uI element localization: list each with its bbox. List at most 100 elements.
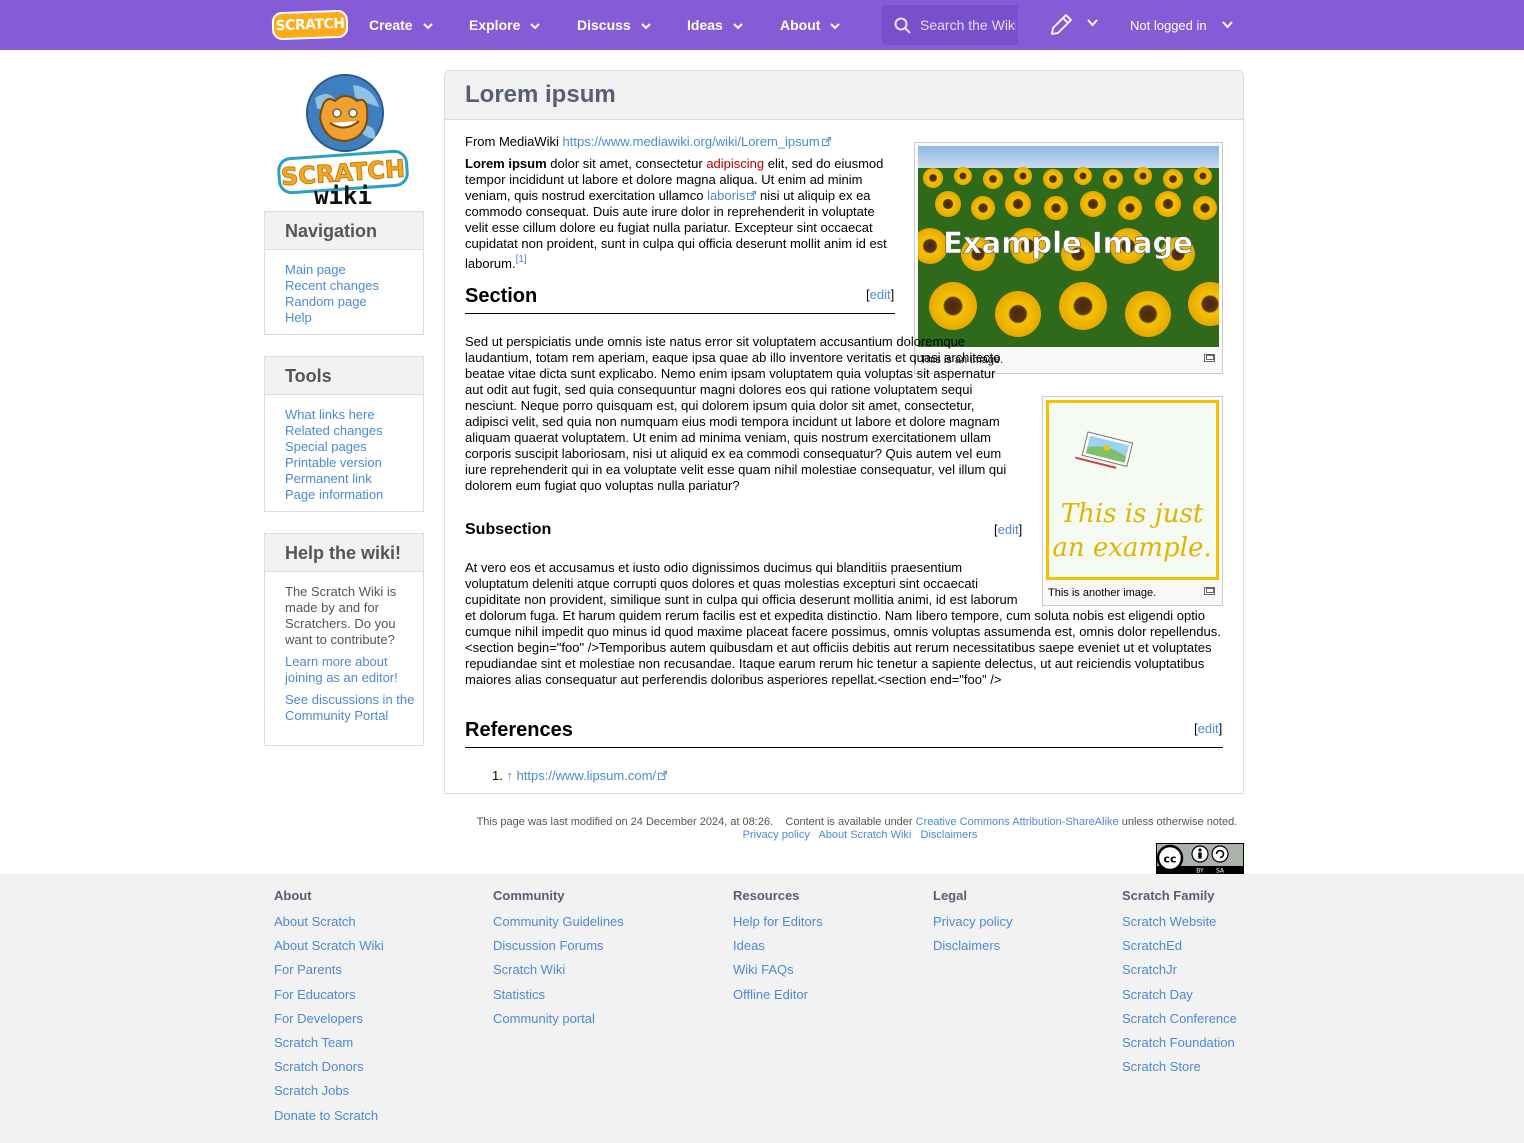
- footer-link[interactable]: About Scratch Wiki: [274, 938, 384, 954]
- footer-link[interactable]: Wiki FAQs: [733, 962, 823, 978]
- join-editor-link[interactable]: Learn more about joining as an editor!: [265, 648, 423, 686]
- footer-link[interactable]: Discussion Forums: [493, 938, 624, 954]
- reference-item-1: 1. ↑ https://www.lipsum.com/: [492, 768, 668, 784]
- footer-column-about: About About Scratch About Scratch Wiki F…: [274, 888, 384, 1132]
- sidebar-item-special-pages[interactable]: Special pages: [285, 439, 367, 454]
- license-link[interactable]: Creative Commons Attribution-ShareAlike: [916, 816, 1119, 828]
- chevron-down-icon[interactable]: [1087, 19, 1098, 27]
- external-link-icon: [821, 137, 831, 146]
- subsection-edit: [edit]: [994, 522, 1023, 537]
- sidebar-item-recent-changes[interactable]: Recent changes: [285, 278, 379, 293]
- section-text-wrap: Sed ut perspiciatis unde omnis iste natu…: [465, 334, 1025, 494]
- sidebar-item-main-page[interactable]: Main page: [285, 262, 346, 277]
- footer-link[interactable]: Help for Editors: [733, 914, 823, 930]
- footer-link[interactable]: Scratch Wiki: [493, 962, 624, 978]
- section-edit-link[interactable]: edit: [870, 287, 891, 302]
- footer-heading-community: Community: [493, 888, 565, 903]
- footer-link[interactable]: Scratch Conference: [1122, 1011, 1237, 1027]
- image-2-text-line1: This is just: [1061, 499, 1204, 529]
- from-line: From MediaWiki https://www.mediawiki.org…: [465, 134, 895, 150]
- sidebar-item-page-information[interactable]: Page information: [285, 487, 383, 502]
- sidebar-item-permanent-link[interactable]: Permanent link: [285, 471, 372, 486]
- external-link-icon: [658, 771, 668, 780]
- chevron-down-icon[interactable]: [1222, 21, 1233, 29]
- navigation-heading: Navigation: [265, 212, 423, 250]
- sidebar-item-random-page[interactable]: Random page: [285, 294, 367, 309]
- disclaimers-link[interactable]: Disclaimers: [921, 829, 978, 841]
- help-wiki-text: The Scratch Wiki is made by and for Scra…: [285, 584, 397, 647]
- footer-link[interactable]: Ideas: [733, 938, 823, 954]
- footer-link[interactable]: Scratch Day: [1122, 987, 1237, 1003]
- nav-explore[interactable]: Explore: [469, 0, 541, 50]
- footer-column-resources: Resources Help for Editors Ideas Wiki FA…: [733, 888, 823, 1011]
- content-license-pre: Content is available under: [785, 816, 913, 828]
- last-modified-text: This page was last modified on 24 Decemb…: [476, 816, 774, 828]
- footer-link[interactable]: Privacy policy: [933, 914, 1012, 930]
- chevron-down-icon: [530, 23, 541, 30]
- footer-link[interactable]: Statistics: [493, 987, 624, 1003]
- laboris-link[interactable]: laboris: [707, 188, 745, 203]
- sidebar-item-related-changes[interactable]: Related changes: [285, 423, 383, 438]
- footer-link[interactable]: Scratch Foundation: [1122, 1035, 1237, 1051]
- footer-link[interactable]: Scratch Team: [274, 1035, 384, 1051]
- footer-link[interactable]: Scratch Donors: [274, 1059, 384, 1075]
- reference-url-link[interactable]: https://www.lipsum.com/: [517, 768, 656, 783]
- nav-about-label: About: [780, 17, 821, 33]
- nav-ideas-label: Ideas: [687, 17, 723, 33]
- subsection-edit-link[interactable]: edit: [998, 522, 1019, 537]
- footer-link[interactable]: For Developers: [274, 1011, 384, 1027]
- footer-link[interactable]: ScratchJr: [1122, 962, 1237, 978]
- page-title: Lorem ipsum: [465, 81, 616, 108]
- scratch-logo[interactable]: SCRATCH: [271, 9, 349, 41]
- sidebar-item-help[interactable]: Help: [285, 310, 312, 325]
- nav-about[interactable]: About: [780, 0, 841, 50]
- search-input[interactable]: [920, 13, 1016, 37]
- footer-link[interactable]: Scratch Jobs: [274, 1083, 384, 1099]
- scratch-wiki-logo[interactable]: SCRATCH wiki: [275, 73, 410, 210]
- intro-text-a: dolor sit amet, consectetur: [546, 156, 707, 171]
- search-icon[interactable]: [894, 17, 911, 34]
- privacy-policy-link[interactable]: Privacy policy: [743, 829, 810, 841]
- nav-discuss[interactable]: Discuss: [577, 0, 651, 50]
- sunflower-image[interactable]: Example Image: [912, 146, 1232, 347]
- reference-backlink[interactable]: ↑: [506, 768, 513, 783]
- footer-link[interactable]: ScratchEd: [1122, 938, 1237, 954]
- about-wiki-link[interactable]: About Scratch Wiki: [818, 829, 911, 841]
- wiki-logo-subtext: wiki: [314, 182, 372, 208]
- nav-ideas[interactable]: Ideas: [687, 0, 743, 50]
- mediawiki-link[interactable]: https://www.mediawiki.org/wiki/Lorem_ips…: [563, 134, 820, 149]
- footer-link[interactable]: For Parents: [274, 962, 384, 978]
- login-status[interactable]: Not logged in: [1130, 0, 1207, 50]
- reference-1-link[interactable]: [1]: [516, 254, 527, 265]
- footer-link[interactable]: For Educators: [274, 987, 384, 1003]
- example-placeholder-image[interactable]: This is just an example.: [1046, 400, 1219, 580]
- adipiscing-link[interactable]: adipiscing: [706, 156, 764, 171]
- enlarge-icon[interactable]: [1204, 354, 1215, 362]
- help-wiki-portlet: Help the wiki! The Scratch Wiki is made …: [264, 533, 424, 746]
- sidebar-item-what-links-here[interactable]: What links here: [285, 407, 375, 422]
- community-portal-link[interactable]: See discussions in the Community Portal: [265, 686, 423, 724]
- float-spacer-3: [1025, 560, 1225, 608]
- footer-link[interactable]: Donate to Scratch: [274, 1108, 384, 1124]
- nav-create[interactable]: Create: [369, 0, 433, 50]
- nav-create-label: Create: [369, 17, 413, 33]
- article-content: Lorem ipsum From MediaWiki https://www.m…: [444, 70, 1244, 794]
- reference-number: 1.: [492, 768, 503, 783]
- cc-by-sa-badge[interactable]: cc BY SA: [1156, 843, 1244, 874]
- footer-link[interactable]: Community portal: [493, 1011, 624, 1027]
- chevron-down-icon: [733, 23, 743, 30]
- footer-link[interactable]: Disclaimers: [933, 938, 1012, 954]
- footer-link[interactable]: Community Guidelines: [493, 914, 624, 930]
- intro-bold: Lorem ipsum: [465, 156, 547, 171]
- footer-link[interactable]: Scratch Website: [1122, 914, 1237, 930]
- chevron-down-icon: [640, 23, 651, 30]
- pencil-icon[interactable]: [1048, 12, 1074, 38]
- footer-link[interactable]: Scratch Store: [1122, 1059, 1237, 1075]
- footer-column-legal: Legal Privacy policy Disclaimers: [933, 888, 1012, 962]
- content-license-post: unless otherwise noted.: [1121, 816, 1238, 828]
- footer-link[interactable]: About Scratch: [274, 914, 384, 930]
- sidebar-item-printable-version[interactable]: Printable version: [285, 455, 382, 470]
- references-edit-link[interactable]: edit: [1198, 721, 1219, 736]
- image-2-text-line2: an example.: [1052, 533, 1211, 563]
- footer-link[interactable]: Offline Editor: [733, 987, 823, 1003]
